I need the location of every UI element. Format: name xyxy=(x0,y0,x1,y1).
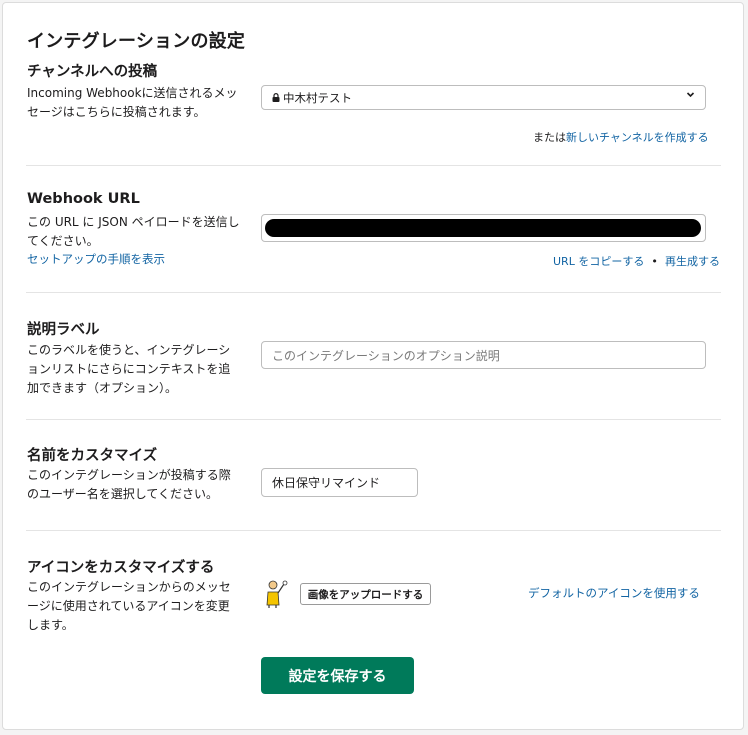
create-channel-link[interactable]: 新しいチャンネルを作成する xyxy=(566,131,709,144)
copy-url-link[interactable]: URL をコピーする xyxy=(553,255,644,268)
webhook-section-title: Webhook URL xyxy=(27,191,140,207)
channel-section-title: チャンネルへの投稿 xyxy=(27,64,158,80)
divider xyxy=(26,419,721,420)
selected-channel: 中木村テスト xyxy=(283,90,352,105)
separator-dot: • xyxy=(651,255,658,268)
custom-name-value: 休日保守リマインド xyxy=(272,476,381,490)
webhook-url-field[interactable] xyxy=(261,214,706,242)
label-section-title: 説明ラベル xyxy=(27,322,100,338)
divider xyxy=(26,530,721,531)
webhook-actions: URL をコピーする • 再生成する xyxy=(553,250,720,269)
create-channel-prefix: または xyxy=(533,131,566,144)
custom-name-input[interactable]: 休日保守リマインド xyxy=(261,468,418,497)
description-label-input[interactable]: このインテグレーションのオプション説明 xyxy=(261,341,706,369)
create-channel-row: または新しいチャンネルを作成する xyxy=(533,126,709,145)
regenerate-link[interactable]: 再生成する xyxy=(665,255,720,268)
lock-icon xyxy=(272,91,280,105)
chevron-down-icon xyxy=(686,90,695,102)
name-section-title: 名前をカスタマイズ xyxy=(27,448,158,464)
icon-section-title: アイコンをカスタマイズする xyxy=(27,560,215,576)
page-title: インテグレーションの設定 xyxy=(27,31,246,52)
setup-instructions-link[interactable]: セットアップの手順を表示 xyxy=(27,251,165,267)
channel-select[interactable]: 中木村テスト xyxy=(261,85,706,110)
upload-image-button[interactable]: 画像をアップロードする xyxy=(300,583,431,605)
name-description: このインテグレーションが投稿する際 のユーザー名を選択してください。 xyxy=(27,468,231,501)
label-description: このラベルを使うと、インテグレーシ ョンリストにさらにコンテキストを追 加できま… xyxy=(27,343,231,395)
description-label-placeholder: このインテグレーションのオプション説明 xyxy=(272,348,500,363)
save-settings-button[interactable]: 設定を保存する xyxy=(261,657,414,694)
icon-description: このインテグレーションからのメッセ ージに使用されているアイコンを変更 します。 xyxy=(27,580,231,632)
webhook-description: この URL に JSON ペイロードを送信し てください。 xyxy=(27,215,240,248)
integration-avatar-icon xyxy=(264,578,290,612)
divider xyxy=(26,165,721,166)
channel-description: Incoming Webhookに送信されるメッ セージはこちらに投稿されます。 xyxy=(27,86,238,119)
use-default-icon-link[interactable]: デフォルトのアイコンを使用する xyxy=(528,585,700,601)
divider xyxy=(26,292,721,293)
redacted-url xyxy=(265,219,701,237)
